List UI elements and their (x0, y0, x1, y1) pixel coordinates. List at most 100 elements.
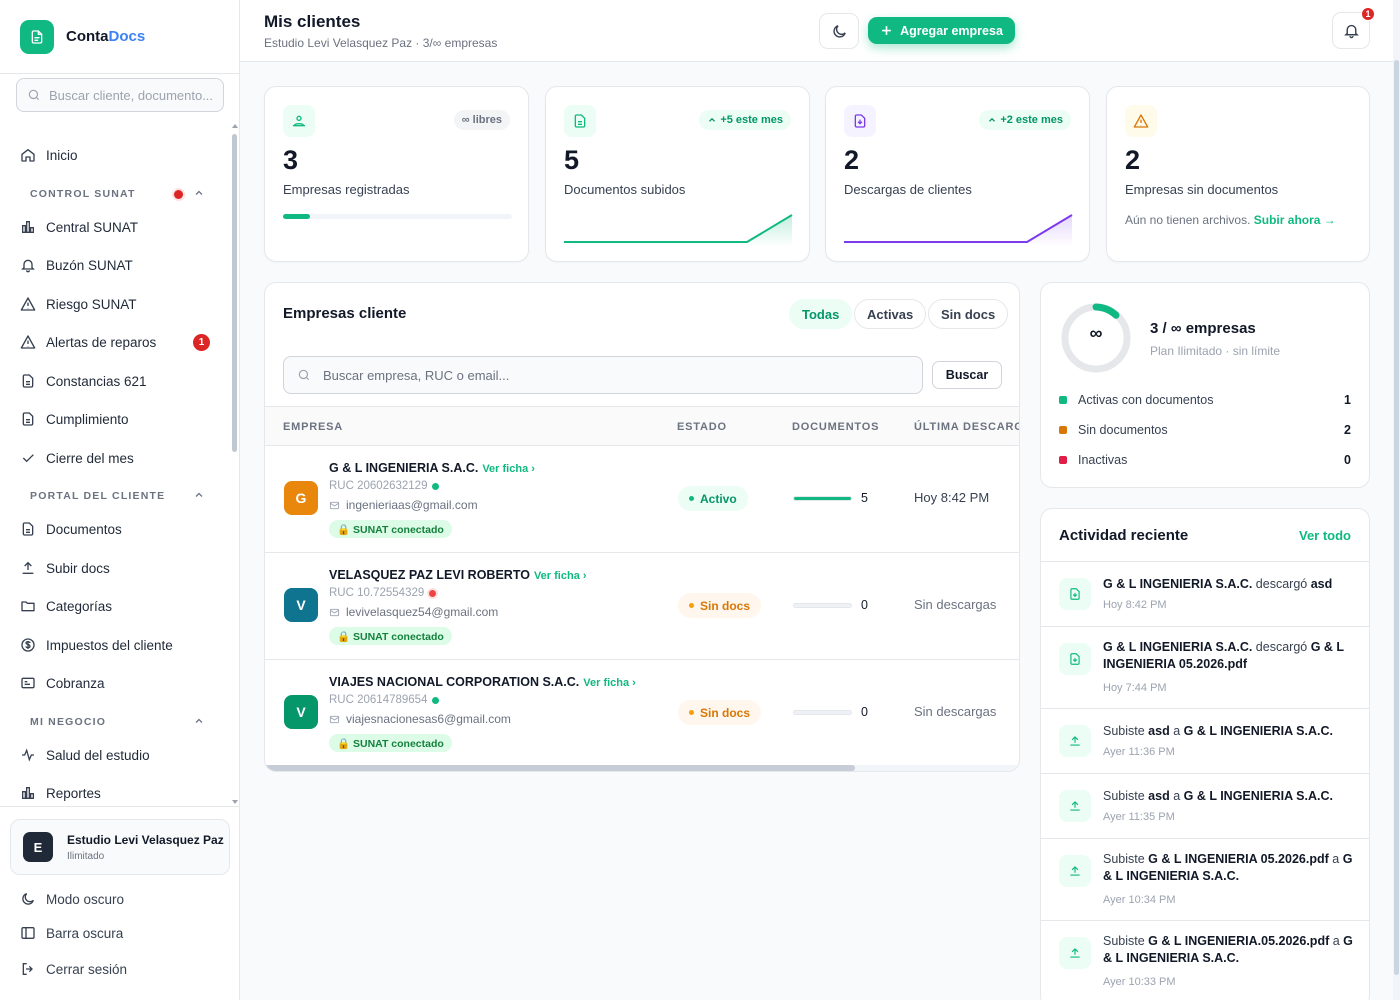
column-header[interactable]: DOCUMENTOS (792, 421, 879, 433)
page-scrollbar[interactable] (1393, 0, 1400, 1000)
logo-icon (20, 19, 54, 54)
view-profile-link[interactable]: Ver ficha › (534, 570, 587, 582)
mail-icon (329, 715, 340, 723)
logout-button[interactable]: Cerrar sesión (10, 954, 220, 984)
sidebar-item-label: Documentos (46, 521, 122, 537)
user-card[interactable]: E Estudio Levi Velasquez Paz Ilimitado (10, 819, 230, 875)
section-portal-cliente[interactable]: PORTAL DEL CLIENTE (30, 488, 205, 504)
warning-icon (1125, 105, 1157, 137)
filter-sin-docs[interactable]: Sin docs (928, 299, 1009, 329)
logout-icon (22, 963, 33, 975)
table-row[interactable]: V VIAJES NACIONAL CORPORATION S.A.C. Ver … (265, 660, 1019, 767)
add-company-button[interactable]: Agregar empresa (868, 17, 1015, 44)
activity-item[interactable]: Subiste G & L INGENIERIA 05.2026.pdf a G… (1041, 838, 1369, 920)
email-text: viajesnacionesas6@gmail.com (346, 712, 511, 726)
sidebar-item-categorias[interactable]: Categorías (10, 590, 220, 622)
company-avatar: G (284, 481, 318, 515)
sidebar-item-impuestos[interactable]: Impuestos del cliente (10, 629, 220, 661)
legend-value: 2 (1344, 423, 1351, 437)
scrollbar-thumb[interactable] (265, 765, 855, 771)
bell-icon (1343, 24, 1359, 39)
dark-mode-toggle[interactable]: Modo oscuro (10, 884, 220, 914)
upload-now-link[interactable]: Subir ahora → (1254, 213, 1336, 227)
search-icon (28, 89, 40, 101)
stat-pill: ∞ libres (453, 110, 510, 130)
table-row[interactable]: V VELASQUEZ PAZ LEVI ROBERTO Ver ficha › … (265, 553, 1019, 660)
status-badge: Sin docs (678, 593, 762, 618)
activity-item[interactable]: Subiste asd a G & L INGENIERIA S.A.C. Aye… (1041, 773, 1369, 838)
filter-todas[interactable]: Todas (789, 299, 853, 329)
activity-text-part: a (1328, 852, 1343, 866)
upload-icon (1059, 855, 1091, 887)
column-header[interactable]: EMPRESA (283, 421, 343, 433)
sidebar-item-documentos[interactable]: Documentos (10, 513, 220, 545)
stat-card-descargas: +2 este mes 2 Descargas de clientes (825, 86, 1090, 262)
activity-text: G & L INGENIERIA S.A.C. descargó G & L I… (1103, 639, 1353, 673)
theme-toggle-button[interactable] (819, 13, 859, 49)
document-icon (22, 522, 34, 536)
dark-bar-toggle[interactable]: Barra oscura (10, 918, 220, 948)
company-search-input[interactable] (323, 367, 903, 383)
company-ruc: RUC 10.72554329 (329, 587, 437, 599)
sidebar-item-inicio[interactable]: Inicio (10, 139, 220, 171)
filter-activas[interactable]: Activas (854, 299, 927, 329)
section-control-sunat[interactable]: CONTROL SUNAT (30, 186, 205, 202)
documents-count: 0 (861, 598, 868, 612)
documents-sparkline (564, 214, 793, 247)
notifications-button[interactable]: 1 (1332, 7, 1375, 49)
plan-card: ∞ 3 / ∞ empresas Plan Ilimitado · sin lí… (1040, 282, 1370, 488)
stat-pill: +5 este mes (699, 110, 791, 130)
scrollbar-thumb[interactable] (1394, 60, 1399, 975)
sidebar-item-label: Salud del estudio (46, 747, 150, 763)
view-all-link[interactable]: Ver todo (1299, 528, 1351, 543)
sidebar-search-input[interactable] (49, 87, 219, 103)
sidebar-item-riesgo-sunat[interactable]: Riesgo SUNAT (10, 288, 220, 320)
sidebar-search[interactable] (16, 78, 224, 112)
column-header[interactable]: ESTADO (677, 421, 727, 433)
sidebar-item-buzon-sunat[interactable]: Buzón SUNAT (10, 249, 220, 281)
sidebar-item-reportes[interactable]: Reportes (10, 777, 220, 805)
view-profile-link[interactable]: Ver ficha › (482, 463, 535, 475)
table-header: EMPRESA ESTADO DOCUMENTOS ÚLTIMA DESCARG… (265, 406, 1019, 446)
sidebar-scrollbar[interactable] (231, 124, 238, 804)
companies-progress (283, 214, 512, 219)
sidebar-item-label: Cobranza (46, 675, 105, 691)
section-mi-negocio[interactable]: MI NEGOCIO (30, 714, 205, 730)
column-header[interactable]: ÚLTIMA DESCARGA (914, 421, 1019, 433)
sidebar-item-salud[interactable]: Salud del estudio (10, 739, 220, 771)
sidebar-item-constancias[interactable]: Constancias 621 (10, 365, 220, 397)
search-icon (298, 369, 310, 381)
stat-value: 3 (283, 145, 299, 175)
company-email: ingenieriaas@gmail.com (329, 498, 478, 512)
sidebar-item-alertas[interactable]: Alertas de reparos 1 (10, 326, 220, 358)
search-button[interactable]: Buscar (932, 361, 1002, 389)
activity-text-part: Subiste (1103, 789, 1149, 803)
brand[interactable]: ContaDocs (0, 0, 239, 74)
sidebar-item-central-sunat[interactable]: Central SUNAT (10, 211, 220, 243)
activity-item[interactable]: Subiste asd a G & L INGENIERIA S.A.C. Aye… (1041, 708, 1369, 773)
section-title: MI NEGOCIO (30, 716, 107, 728)
sidebar-item-subir[interactable]: Subir docs (10, 552, 220, 584)
table-row[interactable]: G G & L INGENIERIA S.A.C. Ver ficha › RUC… (265, 446, 1019, 553)
sidebar-item-cobranza[interactable]: Cobranza (10, 667, 220, 699)
scrollbar-thumb[interactable] (232, 134, 237, 452)
sidebar-item-cierre[interactable]: Cierre del mes (10, 442, 220, 474)
scroll-down-arrow[interactable] (232, 800, 238, 804)
view-profile-link[interactable]: Ver ficha › (583, 677, 636, 689)
activity-item[interactable]: G & L INGENIERIA S.A.C. descargó asd Hoy … (1041, 561, 1369, 626)
legend-item: Inactivas 0 (1059, 451, 1351, 469)
upload-icon (22, 561, 34, 574)
check-icon (22, 454, 34, 463)
scroll-up-arrow[interactable] (232, 124, 238, 128)
page-title: Mis clientes (264, 12, 361, 31)
table-horizontal-scrollbar[interactable] (265, 765, 1019, 771)
activity-item[interactable]: G & L INGENIERIA S.A.C. descargó G & L I… (1041, 626, 1369, 708)
company-avatar: V (284, 695, 318, 729)
company-avatar: V (284, 588, 318, 622)
sidebar-item-cumplimiento[interactable]: Cumplimiento (10, 403, 220, 435)
company-search[interactable] (283, 356, 923, 394)
documents-count: 5 (861, 491, 868, 505)
top-header: Mis clientes Estudio Levi Velasquez Paz … (240, 0, 1400, 62)
activity-time: Ayer 11:35 PM (1103, 811, 1175, 823)
activity-item[interactable]: Subiste G & L INGENIERIA.05.2026.pdf a G… (1041, 920, 1369, 1000)
